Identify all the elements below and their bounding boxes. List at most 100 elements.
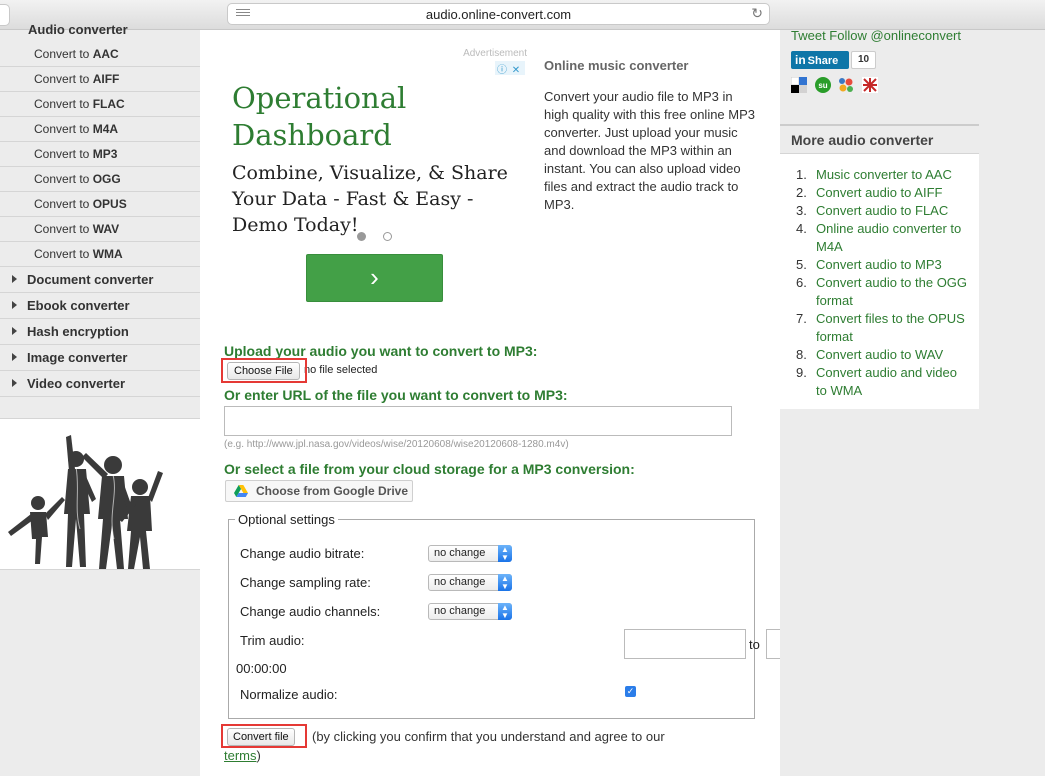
ad-choices[interactable]: ⓘ ✕ xyxy=(495,61,525,78)
more-link-ogg[interactable]: 6. Convert audio to the OGG format xyxy=(780,274,979,310)
more-link-mp3[interactable]: 5. Convert audio to MP3 xyxy=(780,256,979,274)
more-audio-converter-box: More audio converter 1. Music converter t… xyxy=(780,124,979,409)
normalize-checkbox[interactable]: ✓ xyxy=(625,686,636,697)
sidebar-item-flac[interactable]: Convert to FLAC xyxy=(0,92,200,117)
svg-text:su: su xyxy=(818,81,827,90)
share-row: in Share 10 xyxy=(791,51,877,69)
audio-converter-list: Convert to AAC Convert to AIFF Convert t… xyxy=(0,42,200,397)
delicious-icon[interactable] xyxy=(791,77,807,93)
address-url[interactable]: audio.online-convert.com xyxy=(228,7,769,22)
terms-note-close: ) xyxy=(256,748,261,763)
highlight-box-convert xyxy=(221,724,307,748)
browser-toolbar: audio.online-convert.com ↻ xyxy=(0,0,1045,30)
google-drive-icon xyxy=(234,485,248,497)
optional-settings-legend: Optional settings xyxy=(235,512,338,527)
sidebar-item-opus[interactable]: Convert to OPUS xyxy=(0,192,200,217)
more-link-opus[interactable]: 7. Convert files to the OPUS format xyxy=(780,310,979,346)
url-heading: Or enter URL of the file you want to con… xyxy=(224,387,568,403)
sidebar-heading-audio[interactable]: Audio converter xyxy=(28,22,128,37)
upload-heading: Upload your audio you want to convert to… xyxy=(224,343,538,359)
ad-title[interactable]: Operational Dashboard xyxy=(232,80,502,154)
optional-settings: Optional settings Change audio bitrate: … xyxy=(228,512,888,719)
sidebar-item-wav[interactable]: Convert to WAV xyxy=(0,217,200,242)
no-file-label: no file selected xyxy=(304,364,378,376)
sidebar-category-document[interactable]: Document converter xyxy=(0,267,200,293)
channels-value: no change xyxy=(434,605,486,617)
sidebar-category-image[interactable]: Image converter xyxy=(0,345,200,371)
sidebar-item-mp3[interactable]: Convert to MP3 xyxy=(0,142,200,167)
right-sidebar: Tweet Follow @onlineconvert in Share 10 su… xyxy=(780,28,1045,776)
info-description: Convert your audio file to MP3 in high q… xyxy=(544,89,756,212)
google-drive-label: Choose from Google Drive xyxy=(256,484,409,498)
google-drive-button[interactable]: Choose from Google Drive xyxy=(225,480,413,502)
cloud-heading: Or select a file from your cloud storage… xyxy=(224,461,635,477)
more-audio-list: 1. Music converter to AAC 2. Convert audio… xyxy=(780,154,979,400)
sampling-select[interactable]: no change ▲ ▼ xyxy=(428,574,512,591)
stumbleupon-icon[interactable]: su xyxy=(814,77,831,93)
sidebar-item-m4a[interactable]: Convert to M4A xyxy=(0,117,200,142)
trim-start-input[interactable] xyxy=(624,629,746,659)
ad-label: Advertisement xyxy=(463,48,527,59)
bitrate-select[interactable]: no change ▲ ▼ xyxy=(428,545,512,562)
select-arrows-icon: ▲ ▼ xyxy=(498,545,512,562)
linkedin-share-label: Share xyxy=(807,55,839,67)
expand-arrow-icon xyxy=(12,301,17,309)
sidebar-category-video[interactable]: Video converter xyxy=(0,371,200,397)
chevron-right-icon: › xyxy=(370,262,379,292)
left-sidebar: Audio converter Convert to AAC Convert t… xyxy=(0,22,200,776)
bitrate-label: Change audio bitrate: xyxy=(240,546,365,561)
checkmark-icon: ✓ xyxy=(626,686,635,696)
close-icon[interactable]: ✕ xyxy=(509,64,523,78)
sidebar-item-aac[interactable]: Convert to AAC xyxy=(0,42,200,67)
info-icon[interactable]: ⓘ xyxy=(495,64,509,78)
trim-label: Trim audio: xyxy=(240,633,305,648)
main-content: Advertisement ⓘ ✕ Operational Dashboard C… xyxy=(200,30,888,776)
info-title: Online music converter xyxy=(544,58,689,73)
bitrate-value: no change xyxy=(434,547,486,559)
ad-cta-button[interactable]: › xyxy=(306,254,443,302)
sidebar-category-hash[interactable]: Hash encryption xyxy=(0,319,200,345)
url-example: (e.g. http://www.jpl.nasa.gov/videos/wis… xyxy=(224,439,569,450)
expand-arrow-icon xyxy=(12,379,17,387)
more-link-aiff[interactable]: 2. Convert audio to AIFF xyxy=(780,184,979,202)
trim-to-label: to xyxy=(749,637,760,652)
select-arrows-icon: ▲ ▼ xyxy=(498,603,512,620)
more-link-aac[interactable]: 1. Music converter to AAC xyxy=(780,166,979,184)
select-arrows-icon: ▲ ▼ xyxy=(498,574,512,591)
sidebar-item-ogg[interactable]: Convert to OGG xyxy=(0,167,200,192)
renren-icon[interactable] xyxy=(861,77,878,93)
carousel-dot-active[interactable] xyxy=(357,232,366,241)
more-link-wma[interactable]: 9. Convert audio and video to WMA xyxy=(780,364,979,400)
more-link-flac[interactable]: 3. Convert audio to FLAC xyxy=(780,202,979,220)
expand-arrow-icon xyxy=(12,327,17,335)
ad-subtitle[interactable]: Combine, Visualize, & Share Your Data - … xyxy=(232,160,517,238)
sidebar-item-aiff[interactable]: Convert to AIFF xyxy=(0,67,200,92)
linkedin-share-count: 10 xyxy=(851,51,877,69)
ad-carousel-dots xyxy=(357,229,409,244)
advertisement[interactable]: Advertisement ⓘ ✕ Operational Dashboard C… xyxy=(225,48,527,308)
url-input[interactable] xyxy=(224,406,732,436)
expand-arrow-icon xyxy=(12,275,17,283)
myspace-icon[interactable] xyxy=(838,77,854,93)
linkedin-share-button[interactable]: in Share xyxy=(791,51,849,69)
more-link-wav[interactable]: 8. Convert audio to WAV xyxy=(780,346,979,364)
reload-icon[interactable]: ↻ xyxy=(751,5,763,22)
more-link-m4a[interactable]: 4. Online audio converter to M4A xyxy=(780,220,979,256)
terms-link[interactable]: terms xyxy=(224,748,257,763)
sampling-label: Change sampling rate: xyxy=(240,575,371,590)
browser-button-stub[interactable] xyxy=(0,4,10,26)
sidebar-category-ebook[interactable]: Ebook converter xyxy=(0,293,200,319)
trim-time-display: 00:00:00 xyxy=(236,661,287,676)
sidebar-item-wma[interactable]: Convert to WMA xyxy=(0,242,200,267)
dancers-illustration xyxy=(0,418,200,570)
info-panel: Online music converter Convert your audi… xyxy=(544,58,759,214)
normalize-label: Normalize audio: xyxy=(240,687,338,702)
highlight-box-choose xyxy=(221,358,307,383)
channels-label: Change audio channels: xyxy=(240,604,381,619)
tweet-follow-links[interactable]: Tweet Follow @onlineconvert xyxy=(791,28,961,43)
channels-select[interactable]: no change ▲ ▼ xyxy=(428,603,512,620)
expand-arrow-icon xyxy=(12,353,17,361)
more-audio-title: More audio converter xyxy=(780,126,979,154)
carousel-dot[interactable] xyxy=(383,232,392,241)
address-bar[interactable]: audio.online-convert.com ↻ xyxy=(227,3,770,25)
